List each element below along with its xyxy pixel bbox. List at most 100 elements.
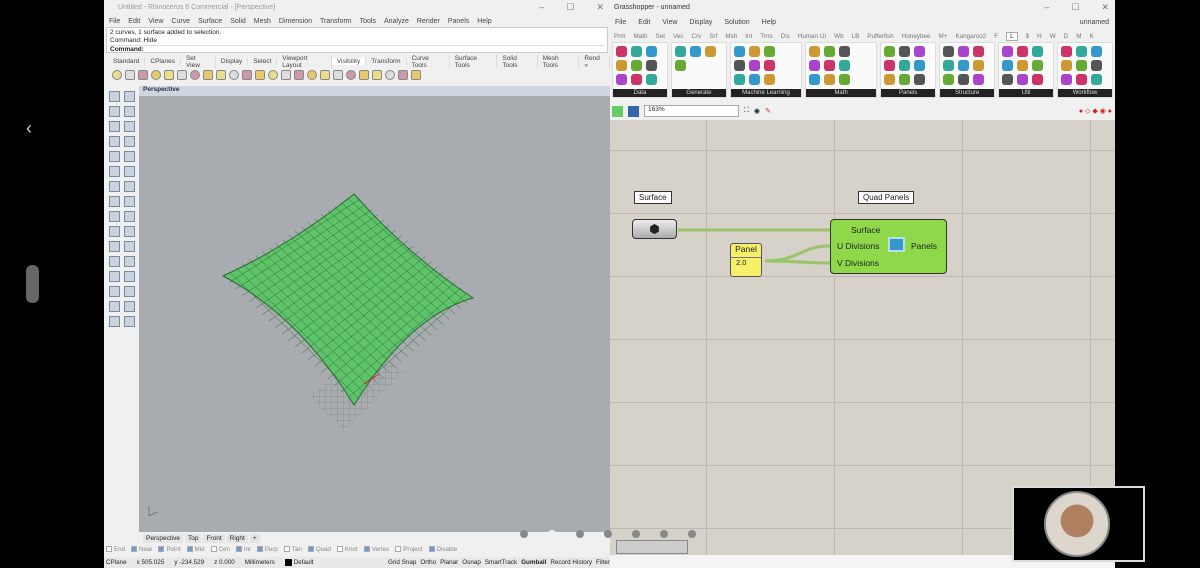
toggle-filter[interactable]: Filter — [596, 559, 610, 566]
osnap-knot[interactable]: Knot — [336, 546, 358, 553]
gh-tab[interactable]: Prm — [614, 33, 626, 40]
component-icon[interactable] — [1091, 74, 1103, 85]
sketch-icon[interactable]: ✎ — [765, 107, 771, 115]
component-icon[interactable] — [899, 74, 911, 85]
menu-item-curve[interactable]: Curve — [171, 18, 190, 25]
component-icon[interactable] — [914, 74, 926, 85]
group-label[interactable]: Panels — [881, 89, 936, 97]
visibility-tool-icon[interactable] — [385, 69, 395, 80]
gh-tab[interactable]: Kangaroo2 — [955, 33, 986, 40]
visibility-tool-icon[interactable] — [229, 69, 239, 80]
osnap-checkbox[interactable] — [283, 546, 290, 553]
component-icon[interactable] — [1061, 60, 1073, 71]
osnap-project[interactable]: Project — [395, 546, 423, 553]
visibility-tool-icon[interactable] — [372, 69, 382, 80]
maximize-button[interactable]: ☐ — [1071, 0, 1079, 15]
panel-value[interactable]: 2.0 — [731, 258, 761, 267]
command-prompt[interactable]: Command: — [110, 45, 604, 54]
component-icon[interactable] — [1017, 60, 1029, 71]
component-icon[interactable] — [631, 60, 642, 71]
tool-icon[interactable] — [124, 316, 135, 327]
input-surface[interactable]: Surface — [851, 225, 880, 235]
tool-icon[interactable] — [109, 181, 120, 192]
menu-item-solid[interactable]: Solid — [230, 18, 246, 25]
component-icon[interactable] — [763, 60, 775, 71]
osnap-checkbox[interactable] — [336, 546, 343, 553]
component-icon[interactable] — [616, 74, 627, 85]
gh-tab[interactable]: Human UI — [798, 33, 826, 40]
osnap-disable[interactable]: Disable — [428, 546, 457, 553]
viewport-title[interactable]: Perspective — [139, 86, 610, 96]
menu-item-view[interactable]: View — [148, 18, 163, 25]
component-icon[interactable] — [824, 60, 836, 71]
minimize-button[interactable]: – — [1044, 0, 1049, 15]
component-icon[interactable] — [1032, 74, 1044, 85]
tool-icon[interactable] — [109, 166, 120, 177]
component-icon[interactable] — [1076, 74, 1088, 85]
tool-icon[interactable] — [109, 106, 120, 117]
osnap-checkbox[interactable] — [106, 546, 112, 553]
component-icon[interactable] — [616, 60, 627, 71]
osnap-quad[interactable]: Quad — [307, 546, 331, 553]
gh-tab[interactable]: K — [1089, 33, 1093, 40]
tab-curve-tools[interactable]: Curve Tools — [407, 54, 450, 69]
tool-icon[interactable] — [109, 91, 120, 102]
gh-tab[interactable]: Pufferfish — [867, 33, 894, 40]
tool-icon[interactable] — [124, 136, 135, 147]
component-icon[interactable] — [1032, 46, 1044, 57]
tool-icon[interactable] — [124, 256, 135, 267]
visibility-tool-icon[interactable] — [294, 69, 304, 80]
tool-icon[interactable] — [109, 121, 120, 132]
tab-transform[interactable]: Transform — [366, 58, 407, 65]
osnap-checkbox[interactable] — [210, 546, 217, 553]
menu-item-render[interactable]: Render — [417, 18, 440, 25]
gh-tab[interactable]: M — [1076, 33, 1081, 40]
canvas-widgets[interactable] — [616, 540, 688, 554]
component-icon[interactable] — [899, 46, 911, 57]
component-icon[interactable] — [899, 60, 911, 71]
open-icon[interactable] — [612, 105, 623, 117]
component-icon[interactable] — [674, 60, 686, 71]
gh-tab[interactable]: Srf — [709, 33, 717, 40]
component-icon[interactable] — [914, 60, 926, 71]
menu-item-display[interactable]: Display — [689, 19, 712, 26]
visibility-tool-icon[interactable] — [398, 69, 408, 80]
visibility-tool-icon[interactable] — [112, 69, 122, 80]
component-icon[interactable] — [733, 60, 745, 71]
osnap-checkbox[interactable] — [395, 546, 402, 553]
group-label[interactable]: Math — [806, 89, 877, 97]
tab-viewport-layout[interactable]: Viewport Layout — [277, 54, 332, 69]
command-area[interactable]: 2 curves, 1 surface added to selection. … — [106, 27, 608, 53]
osnap-checkbox[interactable] — [363, 546, 370, 553]
menu-item-file[interactable]: File — [109, 18, 120, 25]
component-icon[interactable] — [884, 60, 896, 71]
component-icon[interactable] — [1076, 46, 1088, 57]
group-label[interactable]: Data — [613, 89, 667, 97]
maximize-button[interactable]: ☐ — [566, 0, 574, 15]
tool-icon[interactable] — [109, 301, 120, 312]
zoom-select[interactable]: 163% — [644, 105, 739, 117]
component-icon[interactable] — [973, 46, 985, 57]
viewport-tab[interactable]: Top — [184, 534, 202, 543]
toggle-osnap[interactable]: Osnap — [462, 559, 481, 566]
visibility-tool-icon[interactable] — [359, 69, 369, 80]
tab-solid-tools[interactable]: Solid Tools — [497, 54, 538, 69]
display-mode-icons[interactable]: ● ◇ ◆ ◉ ● — [1079, 107, 1112, 115]
menu-item-edit[interactable]: Edit — [128, 18, 140, 25]
tool-icon[interactable] — [124, 241, 135, 252]
component-icon[interactable] — [958, 46, 970, 57]
input-v-divisions[interactable]: V Divisions — [837, 258, 879, 268]
gh-tab[interactable]: L — [1006, 31, 1018, 41]
group-label[interactable]: Util — [999, 89, 1054, 97]
output-panels[interactable]: Panels — [911, 241, 937, 251]
menu-item-edit[interactable]: Edit — [638, 19, 650, 26]
tool-icon[interactable] — [124, 121, 135, 132]
tool-icon[interactable] — [124, 151, 135, 162]
units[interactable]: Millimeters — [245, 559, 275, 566]
osnap-end[interactable]: End — [106, 546, 125, 553]
back-arrow-icon[interactable]: ‹ — [26, 118, 32, 139]
component-icon[interactable] — [616, 46, 627, 57]
component-icon[interactable] — [748, 46, 760, 57]
osnap-tan[interactable]: Tan — [283, 546, 302, 553]
component-icon[interactable] — [973, 74, 985, 85]
